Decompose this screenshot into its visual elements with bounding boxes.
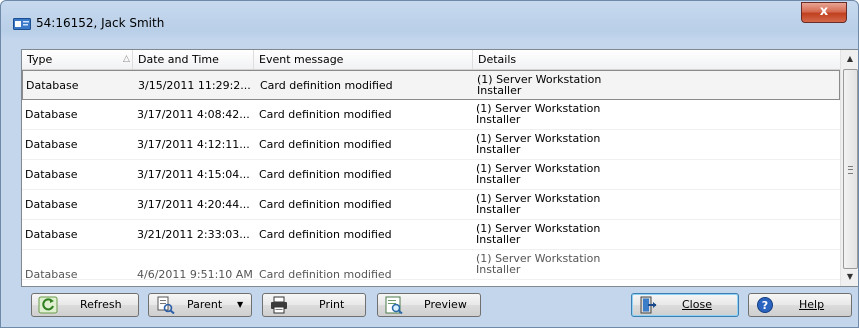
help-label: Help: [799, 298, 825, 311]
column-header-label: Event message: [259, 53, 344, 66]
scroll-down-icon[interactable]: ▼: [841, 268, 858, 285]
grip-icon: [848, 166, 853, 174]
cell-date-time: 3/17/2011 4:15:04...: [137, 168, 250, 181]
cell-type: Database: [25, 108, 78, 121]
help-button[interactable]: ? Help: [748, 293, 852, 317]
cell-type: Database: [25, 168, 78, 181]
window-close-button[interactable]: x: [801, 2, 847, 23]
column-header-label: Type: [27, 53, 53, 66]
cell-details: (1) Server Workstation Installer: [476, 220, 776, 253]
table-row[interactable]: Database 4/6/2011 9:51:10 AM Card defini…: [22, 250, 840, 283]
column-header-event-message[interactable]: Event message: [254, 50, 473, 69]
parent-button[interactable]: Parent ▼: [148, 293, 252, 317]
details-line: Installer: [476, 113, 521, 126]
cell-event-message: Card definition modified: [259, 108, 392, 121]
parent-icon: [157, 296, 175, 314]
print-button[interactable]: Print: [262, 293, 366, 317]
details-line: (1) Server Workstation: [476, 252, 601, 265]
parent-label: Parent: [187, 298, 223, 311]
details-line: (1) Server Workstation: [477, 73, 602, 86]
preview-button[interactable]: Preview: [377, 293, 481, 317]
vertical-scrollbar[interactable]: ▲ ▼: [840, 50, 858, 286]
cell-date-time: 3/15/2011 11:29:2...: [138, 79, 251, 92]
refresh-button[interactable]: Refresh: [31, 293, 139, 317]
table-row[interactable]: Database 3/17/2011 4:08:42... Card defin…: [22, 100, 840, 130]
grid-header: Type △ Date and Time Event message Detai…: [22, 50, 840, 70]
cell-type: Database: [25, 138, 78, 151]
column-header-type[interactable]: Type △: [22, 50, 133, 69]
cell-event-message: Card definition modified: [259, 168, 392, 181]
help-icon: ?: [757, 297, 773, 313]
cell-event-message: Card definition modified: [259, 138, 392, 151]
cell-type: Database: [26, 79, 79, 92]
cell-date-time: 4/6/2011 9:51:10 AM: [137, 268, 253, 281]
cell-details: (1) Server Workstation Installer: [476, 160, 776, 193]
details-line: (1) Server Workstation: [476, 222, 601, 235]
details-line: (1) Server Workstation: [476, 102, 601, 115]
preview-icon: [385, 296, 403, 314]
details-line: (1) Server Workstation: [476, 192, 601, 205]
print-label: Print: [319, 298, 345, 311]
svg-text:?: ?: [762, 299, 768, 312]
table-row[interactable]: Database 3/17/2011 4:15:04... Card defin…: [22, 160, 840, 190]
column-header-date-time[interactable]: Date and Time: [133, 50, 254, 69]
cell-event-message: Card definition modified: [259, 198, 392, 211]
close-label: Close: [682, 298, 712, 311]
sort-ascending-icon: △: [123, 54, 130, 64]
cell-details: (1) Server Workstation Installer: [476, 250, 776, 283]
cell-type: Database: [25, 198, 78, 211]
refresh-label: Refresh: [80, 298, 122, 311]
details-line: Installer: [476, 233, 521, 246]
scroll-thumb[interactable]: [843, 69, 858, 269]
chevron-down-icon[interactable]: ▼: [237, 294, 243, 316]
table-row[interactable]: Database 3/15/2011 11:29:2... Card defin…: [22, 70, 840, 100]
column-header-label: Details: [478, 53, 517, 66]
cell-details: (1) Server Workstation Installer: [476, 100, 776, 133]
table-row[interactable]: Database 3/21/2011 2:33:03... Card defin…: [22, 220, 840, 250]
title-bar[interactable]: 54:16152, Jack Smith x: [1, 1, 858, 41]
close-button[interactable]: Close: [631, 293, 739, 317]
cell-event-message: Card definition modified: [260, 79, 393, 92]
details-line: Installer: [476, 203, 521, 216]
cell-date-time: 3/17/2011 4:12:11...: [137, 138, 250, 151]
cell-details: (1) Server Workstation Installer: [476, 130, 776, 163]
details-line: Installer: [476, 143, 521, 156]
details-line: Installer: [477, 84, 522, 97]
cell-date-time: 3/17/2011 4:08:42...: [137, 108, 250, 121]
details-line: (1) Server Workstation: [476, 132, 601, 145]
events-grid[interactable]: Type △ Date and Time Event message Detai…: [21, 49, 858, 287]
card-icon: [13, 18, 31, 30]
column-header-details[interactable]: Details: [473, 50, 840, 69]
table-row[interactable]: Database 3/17/2011 4:20:44... Card defin…: [22, 190, 840, 220]
details-line: Installer: [476, 173, 521, 186]
cell-details: (1) Server Workstation Installer: [476, 190, 776, 223]
cell-event-message: Card definition modified: [259, 268, 392, 281]
table-row[interactable]: Database 3/17/2011 4:12:11... Card defin…: [22, 130, 840, 160]
column-header-label: Date and Time: [138, 53, 219, 66]
cell-type: Database: [25, 228, 78, 241]
scroll-up-icon[interactable]: ▲: [841, 50, 858, 67]
cell-type: Database: [25, 268, 78, 281]
cell-event-message: Card definition modified: [259, 228, 392, 241]
details-line: Installer: [476, 263, 521, 276]
details-line: (1) Server Workstation: [476, 162, 601, 175]
exit-door-icon: [640, 296, 657, 314]
window-title: 54:16152, Jack Smith: [36, 16, 165, 30]
refresh-icon: [38, 296, 58, 314]
cell-date-time: 3/17/2011 4:20:44...: [137, 198, 250, 211]
preview-label: Preview: [424, 298, 467, 311]
cell-date-time: 3/21/2011 2:33:03...: [137, 228, 250, 241]
printer-icon: [271, 296, 287, 314]
event-history-window: 54:16152, Jack Smith x Type △ Date and T…: [0, 0, 859, 328]
